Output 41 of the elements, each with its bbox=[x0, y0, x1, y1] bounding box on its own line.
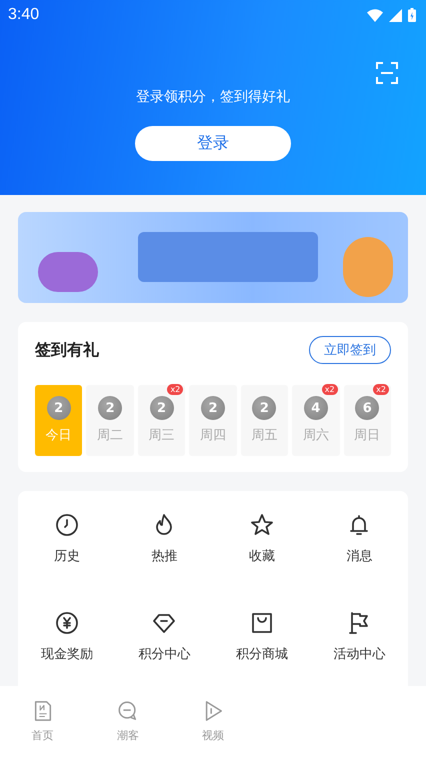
day-label: 周二 bbox=[97, 427, 124, 444]
coin-icon: 2 bbox=[200, 396, 225, 420]
coin-icon: 2 bbox=[98, 396, 122, 420]
checkin-button[interactable]: 立即签到 bbox=[309, 336, 391, 364]
coin-icon: 4 bbox=[304, 396, 328, 420]
shortcut-label[interactable]: 热推 bbox=[151, 547, 178, 565]
shortcut-label[interactable]: 活动中心 bbox=[333, 645, 386, 663]
coin-icon: 6 bbox=[355, 396, 380, 420]
day-label: 周三 bbox=[148, 427, 175, 444]
wifi-icon bbox=[367, 8, 383, 22]
day-label: 周六 bbox=[302, 427, 329, 444]
signal-icon bbox=[389, 8, 402, 22]
shortcut-label[interactable]: 历史 bbox=[54, 547, 80, 565]
shortcut-label[interactable]: 收藏 bbox=[248, 547, 275, 565]
login-button[interactable]: 登录 bbox=[135, 126, 291, 161]
banner-image[interactable] bbox=[18, 212, 408, 303]
shortcut-label[interactable]: 现金奖励 bbox=[40, 645, 93, 663]
clock-icon[interactable] bbox=[54, 513, 79, 537]
day-label: 今日 bbox=[46, 427, 72, 444]
coin-icon: 2 bbox=[46, 396, 71, 420]
shortcut-label[interactable]: 消息 bbox=[346, 547, 372, 565]
chat-bubble-icon bbox=[116, 700, 139, 722]
coin-icon: 2 bbox=[150, 396, 174, 420]
scan-icon[interactable] bbox=[376, 62, 398, 84]
bonus-badge: x2 bbox=[373, 384, 389, 395]
diamond-icon[interactable] bbox=[152, 611, 176, 635]
bonus-badge: x2 bbox=[167, 384, 184, 395]
shopping-bag-icon[interactable] bbox=[250, 611, 274, 635]
status-time: 3:40 bbox=[8, 6, 40, 24]
day-label: 周五 bbox=[251, 427, 278, 444]
coin-icon: 2 bbox=[252, 396, 276, 420]
yen-coin-icon[interactable] bbox=[54, 611, 79, 635]
bonus-badge: x2 bbox=[322, 384, 338, 395]
day-label: 周四 bbox=[200, 427, 226, 444]
shortcut-label[interactable]: 积分商城 bbox=[236, 645, 288, 663]
day-label: 周日 bbox=[354, 427, 380, 444]
battery-icon bbox=[408, 8, 416, 22]
shortcut-label[interactable]: 积分中心 bbox=[138, 645, 190, 663]
login-prompt: 登录领积分，签到得好礼 bbox=[136, 88, 290, 106]
checkin-title: 签到有礼 bbox=[35, 340, 99, 360]
star-icon[interactable] bbox=[250, 513, 274, 537]
